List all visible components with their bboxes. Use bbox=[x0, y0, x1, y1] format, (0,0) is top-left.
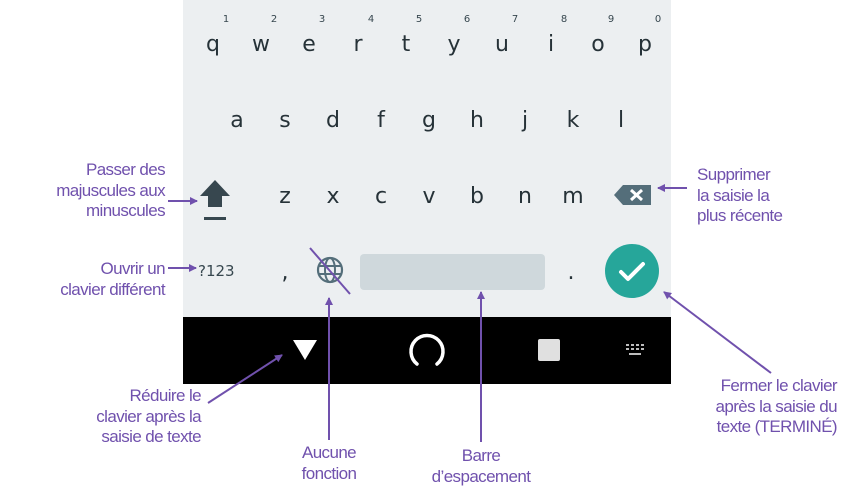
spacebar-annotation: Barre d’espacement bbox=[401, 446, 561, 487]
done-arrow bbox=[663, 291, 772, 374]
annotation-line: d’espacement bbox=[431, 466, 531, 486]
annotation-line: après la saisie du bbox=[715, 396, 838, 416]
annotation-line: clavier différent bbox=[60, 279, 165, 299]
annotation-line: Réduire le bbox=[129, 386, 202, 405]
annotation-line: fonction bbox=[301, 463, 357, 483]
annotation-line: la saisie la bbox=[697, 185, 770, 205]
annotation-line: Supprimer bbox=[697, 165, 771, 184]
collapse-annotation: Réduire le clavier après la saisie de te… bbox=[96, 386, 201, 448]
annotation-line: Barre bbox=[461, 446, 501, 465]
annotation-line: Ouvrir un bbox=[100, 259, 165, 278]
annotation-line: Passer des bbox=[85, 160, 166, 179]
annotation-line: saisie de texte bbox=[101, 427, 201, 447]
annotation-line: texte (TERMINÉ) bbox=[716, 417, 838, 437]
shift-annotation: Passer des majuscules aux minuscules bbox=[56, 160, 165, 222]
annotation-line: Fermer le clavier bbox=[720, 376, 838, 395]
annotation-line: plus récente bbox=[697, 206, 783, 226]
annotation-line: minuscules bbox=[85, 201, 166, 221]
annotation-line: clavier après la bbox=[96, 406, 201, 426]
annotation-line: majuscules aux bbox=[56, 180, 165, 200]
collapse-arrow bbox=[207, 354, 283, 404]
no-function-strike bbox=[309, 247, 351, 295]
delete-annotation: Supprimer la saisie la plus récente bbox=[697, 165, 783, 227]
done-annotation: Fermer le clavier après la saisie du tex… bbox=[716, 376, 838, 438]
no-function-annotation: Aucune fonction bbox=[284, 443, 374, 484]
annotation-line: Aucune bbox=[301, 443, 357, 462]
other-keyboard-annotation: Ouvrir un clavier différent bbox=[60, 259, 165, 300]
